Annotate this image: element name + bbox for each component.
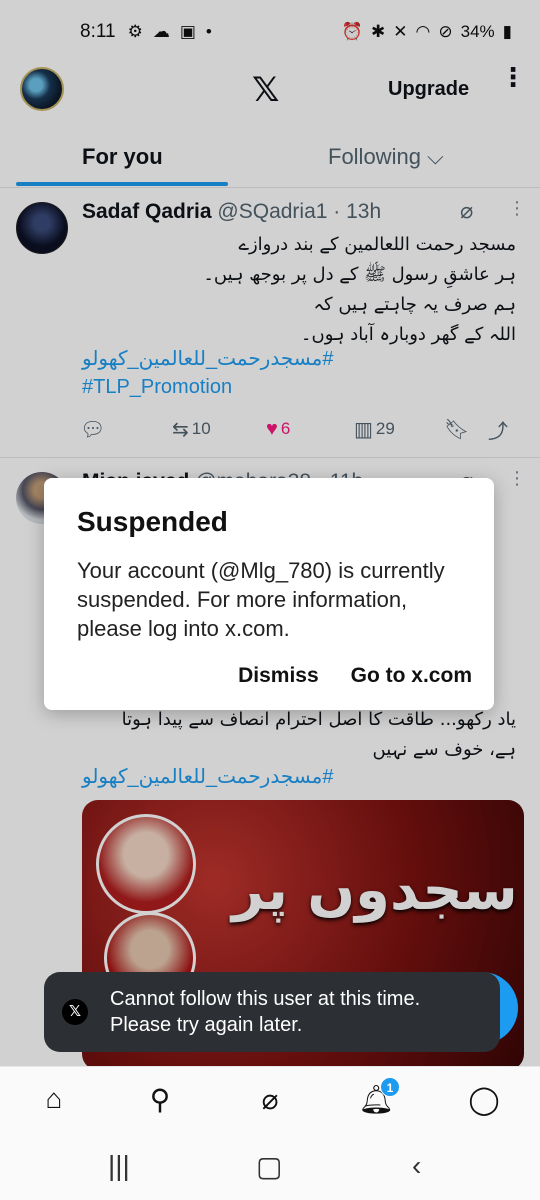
post-text-line: مسجد رحمت اللعالمین کے بند دروازے — [238, 234, 516, 255]
notifications-icon[interactable]: 🔔︎ 1 — [356, 1077, 400, 1116]
heart-icon: ♥ — [266, 417, 278, 440]
timeline-tabs: For you Following ⌵ — [0, 130, 540, 188]
hashtag-link[interactable]: مسجدرحمت_للعالمین_کھولو# — [82, 764, 333, 789]
battery-percent: 34% — [460, 22, 495, 41]
like-button[interactable]: ♥ 6 — [266, 418, 290, 441]
post-actions: 💬︎ ⇆ 10 ♥ 6 ▥ 29 🔖︎ ⤴ — [80, 414, 520, 444]
error-toast: 𝕏 Cannot follow this user at this time. … — [44, 972, 500, 1052]
bookmark-button[interactable]: 🔖︎ — [444, 417, 469, 442]
share-icon: ⤴ — [488, 420, 508, 443]
bluetooth-icon: ✱ — [371, 22, 386, 41]
upgrade-button[interactable]: Upgrade — [388, 78, 469, 101]
status-left-icons: ⚙ ☁ ▣ • — [128, 22, 212, 42]
back-icon[interactable]: ‹ — [412, 1150, 421, 1182]
gallery-icon: ▣ — [179, 22, 196, 41]
hashtag-link[interactable]: #TLP_Promotion — [82, 376, 232, 399]
go-to-x-button[interactable]: Go to x.com — [351, 664, 472, 688]
notification-badge: 1 — [380, 1077, 400, 1097]
post-text-line: ہے، خوف سے نہیں — [372, 739, 516, 760]
system-nav-bar: ||| ▢ ‹ — [0, 1136, 540, 1200]
retweet-icon: ⇆ — [172, 418, 189, 441]
dialog-title: Suspended — [77, 506, 228, 537]
battery-icon: ▮ — [502, 22, 512, 41]
top-bar: 𝕏 Upgrade ⋮ — [0, 64, 540, 118]
grok-icon[interactable]: ⌀ — [250, 1083, 290, 1116]
tab-following[interactable]: Following ⌵ — [328, 144, 444, 170]
messages-icon[interactable]: ◯ — [464, 1083, 504, 1116]
dnd-icon: ⊘ — [438, 22, 453, 41]
status-time: 8:11 — [80, 21, 116, 42]
cloud-icon: ☁ — [152, 22, 170, 41]
post-menu-icon[interactable]: ⋮ — [508, 468, 526, 489]
alarm-icon: ⏰ — [341, 22, 364, 41]
x-logo-icon: 𝕏 — [62, 999, 88, 1025]
post-menu-icon[interactable]: ⋮ — [508, 198, 526, 219]
post-card[interactable]: Sadaf Qadria @SQadria1 · 13h ⌀ ⋮ مسجد رح… — [0, 190, 540, 458]
suspended-dialog: Suspended Your account (@Mlg_780) is cur… — [44, 478, 494, 710]
status-right-icons: ⏰ ✱ ✕ ◠ ⊘ 34% ▮ — [342, 22, 512, 42]
x-logo-icon: 𝕏 — [252, 71, 280, 109]
wifi-icon: ◠ — [415, 22, 431, 41]
post-author[interactable]: Sadaf Qadria @SQadria1 · 13h — [82, 200, 381, 224]
media-caption: سجدوں پر — [232, 858, 518, 923]
post-avatar[interactable] — [16, 202, 68, 254]
profile-avatar[interactable] — [20, 67, 64, 111]
home-icon[interactable]: ⌂ — [34, 1083, 74, 1115]
toast-message: Cannot follow this user at this time. Pl… — [110, 988, 421, 1036]
recent-apps-icon[interactable]: ||| — [108, 1150, 130, 1182]
dot-icon: • — [205, 22, 212, 41]
dialog-message: Your account (@Mlg_780) is currently sus… — [77, 558, 445, 641]
retweet-button[interactable]: ⇆ 10 — [172, 417, 211, 442]
views-button[interactable]: ▥ 29 — [354, 417, 395, 442]
like-count: 6 — [280, 419, 291, 438]
author-handle: @SQadria1 · 13h — [217, 200, 382, 223]
tab-for-you[interactable]: For you — [82, 144, 163, 170]
author-name: Sadaf Qadria — [82, 200, 212, 223]
hashtag-link[interactable]: مسجدرحمت_للعالمین_کھولو# — [82, 346, 333, 371]
post-text-line: ہم صرف یہ چاہتے ہیں کہ — [313, 294, 517, 315]
reply-button[interactable]: 💬︎ — [80, 417, 105, 442]
mute-icon: ✕ — [393, 22, 408, 41]
retweet-count: 10 — [191, 419, 211, 438]
settings-icon: ⚙ — [127, 22, 143, 41]
dialog-actions: Dismiss Go to x.com — [238, 664, 472, 688]
views-icon: ▥ — [354, 418, 373, 441]
home-button-icon[interactable]: ▢ — [256, 1150, 282, 1183]
view-count: 29 — [375, 419, 395, 438]
search-icon[interactable]: ⚲ — [140, 1083, 180, 1116]
bottom-nav: ⌂ ⚲ ⌀ 🔔︎ 1 ◯ — [0, 1066, 540, 1136]
active-tab-indicator — [16, 182, 228, 186]
reply-icon: 💬︎ — [80, 418, 106, 441]
more-options-icon[interactable]: ⋮ — [500, 64, 526, 89]
media-portrait — [96, 814, 196, 914]
grok-icon[interactable]: ⌀ — [460, 198, 473, 224]
post-text-line: ہر عاشقِ رسول ﷺ کے دل پر بوجھ ہیں۔ — [203, 264, 516, 285]
bookmark-icon: 🔖︎ — [444, 418, 470, 441]
share-button[interactable]: ⤴ — [488, 415, 508, 444]
dismiss-button[interactable]: Dismiss — [238, 664, 319, 688]
status-bar: 8:11 ⚙ ☁ ▣ • ⏰ ✱ ✕ ◠ ⊘ 34% ▮ — [0, 0, 540, 64]
